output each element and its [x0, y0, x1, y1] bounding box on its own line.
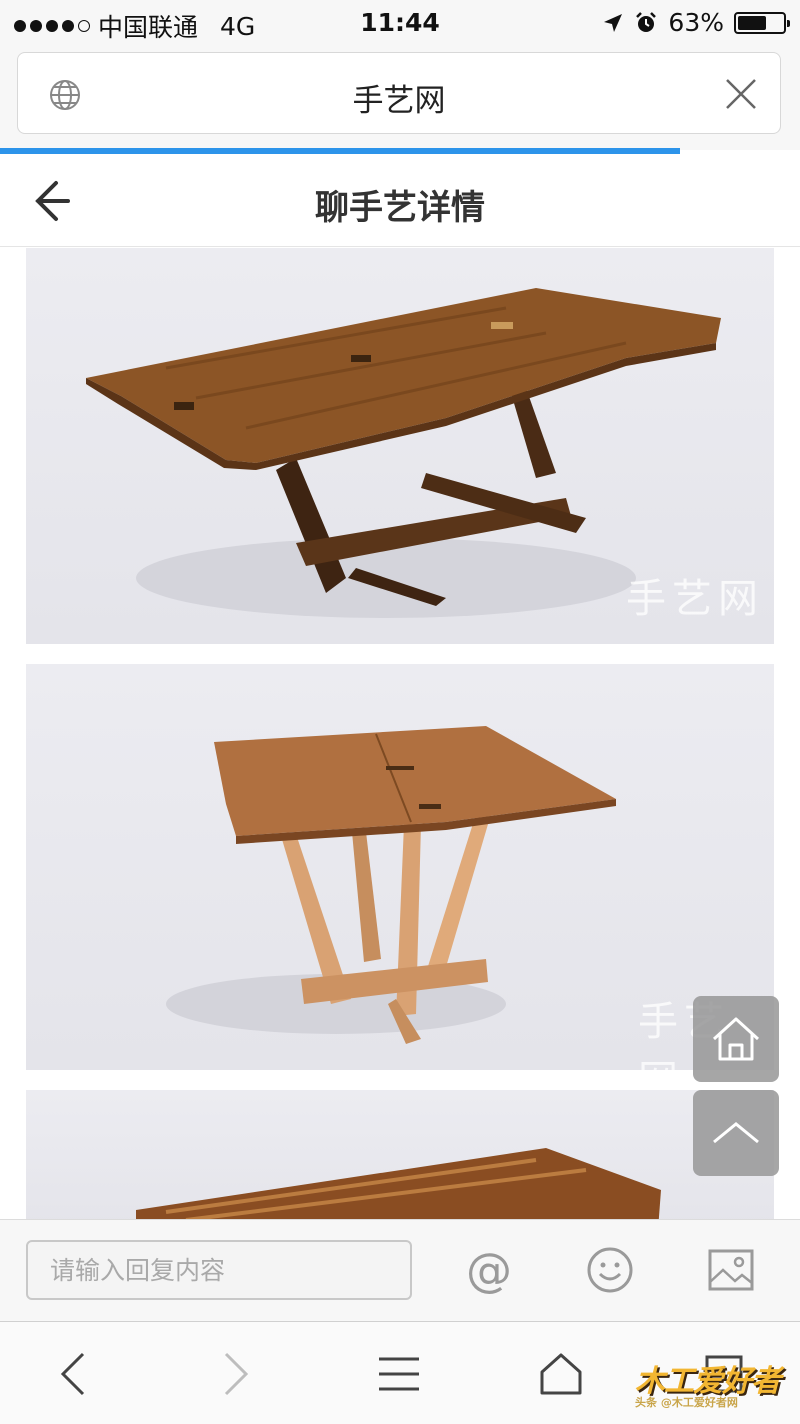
browser-nav-bar: 1 木工爱好者 头条 @木工爱好者网 — [0, 1321, 800, 1424]
smiley-icon — [587, 1247, 633, 1293]
emoji-button[interactable] — [580, 1242, 640, 1298]
close-icon[interactable] — [724, 77, 758, 111]
mention-at-icon[interactable]: @ — [459, 1242, 519, 1298]
image-icon — [708, 1249, 754, 1291]
battery-percent: 63% — [668, 8, 724, 37]
logo-subtext: 头条 @木工爱好者网 — [635, 1396, 738, 1409]
reply-bar: @ — [0, 1219, 800, 1322]
address-title: 手艺网 — [352, 83, 446, 119]
watermark-text: 手艺网 — [626, 576, 764, 622]
content-area: 手艺网 手艺网 — [0, 247, 800, 1219]
location-icon — [604, 13, 623, 32]
reply-input[interactable] — [26, 1240, 412, 1300]
scroll-top-button[interactable] — [693, 1090, 779, 1176]
page-header: 聊手艺详情 — [0, 154, 800, 247]
battery-icon — [734, 11, 790, 34]
alarm-icon — [636, 11, 657, 32]
nav-forward-button[interactable] — [206, 1346, 266, 1402]
chevron-up-icon — [713, 1122, 759, 1144]
address-field[interactable]: 手艺网 — [17, 52, 781, 134]
slab-table-image — [136, 1148, 661, 1219]
status-bar: 中国联通 4G 11:44 63% — [0, 0, 800, 46]
image-button[interactable] — [701, 1242, 761, 1298]
home-icon — [712, 1017, 760, 1061]
home-float-button[interactable] — [693, 996, 779, 1082]
table-photo-2: 手艺网 — [26, 664, 774, 1070]
chevron-left-icon — [60, 1352, 85, 1396]
nav-back-button[interactable] — [43, 1346, 103, 1402]
chevron-right-icon — [224, 1352, 249, 1396]
menu-icon — [379, 1357, 419, 1391]
nav-home-button[interactable] — [531, 1346, 591, 1402]
status-right: 63% — [602, 8, 790, 37]
table-photo-3 — [26, 1090, 774, 1219]
address-bar: 手艺网 — [0, 46, 800, 150]
table-photo-1: 手艺网 — [26, 248, 774, 644]
brand-logo: 木工爱好者 头条 @木工爱好者网 — [635, 1356, 781, 1409]
page-title: 聊手艺详情 — [315, 188, 485, 228]
home-outline-icon — [540, 1353, 582, 1395]
nav-menu-button[interactable] — [369, 1346, 429, 1402]
